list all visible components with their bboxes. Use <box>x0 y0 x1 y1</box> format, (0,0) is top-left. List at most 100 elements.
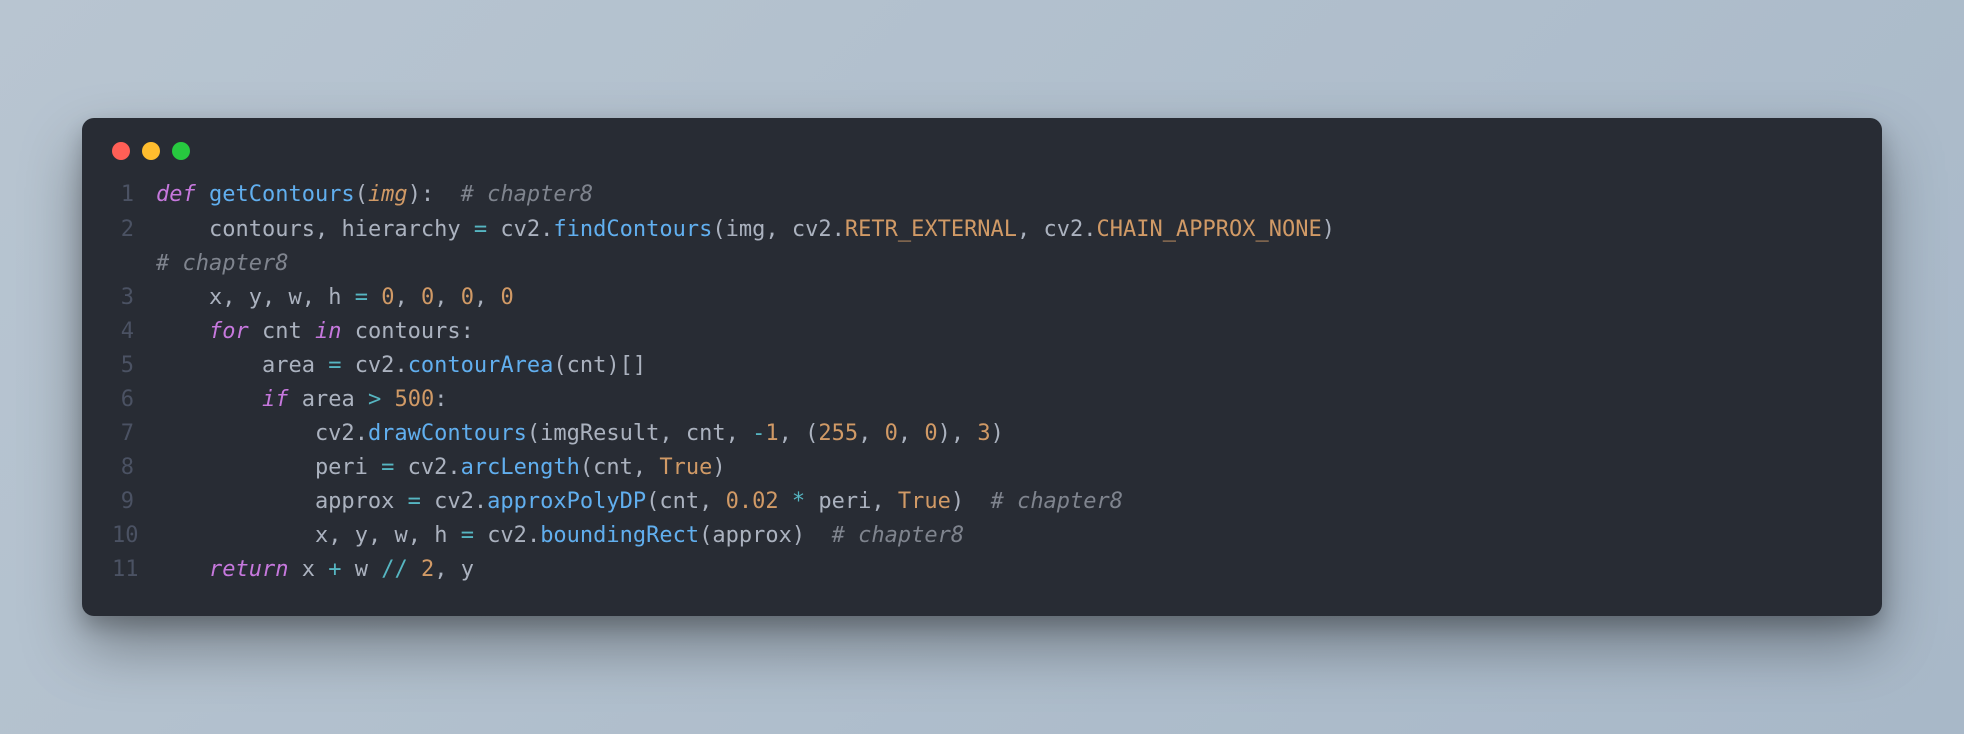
token-pn: . <box>474 489 487 514</box>
token-id: cv2 <box>487 523 527 548</box>
token-op: * <box>792 489 805 514</box>
token-id: cv2 <box>500 217 540 242</box>
token-pn: ( <box>699 523 712 548</box>
token-id: peri <box>805 489 871 514</box>
token-cm: # chapter8 <box>991 489 1123 514</box>
token-pn: . <box>527 523 540 548</box>
token-id: approx <box>156 489 408 514</box>
token-pn: . <box>447 455 460 480</box>
token-nm: 3 <box>977 421 990 446</box>
token-nm: 0 <box>381 285 394 310</box>
window-titlebar <box>82 142 1882 178</box>
token-cm: # chapter8 <box>461 182 593 207</box>
token-pn: , <box>765 217 792 242</box>
token-id: h <box>434 523 461 548</box>
minimize-icon[interactable] <box>142 142 160 160</box>
code-line: 4 for cnt in contours: <box>112 315 1852 349</box>
token-op: = <box>381 455 408 480</box>
token-nm: 0.02 <box>726 489 779 514</box>
token-pn: , <box>726 421 753 446</box>
token-id: x <box>156 285 222 310</box>
code-line: 5 area = cv2.contourArea(cnt)[] <box>112 349 1852 383</box>
token-id: contours <box>355 319 461 344</box>
token-op: = <box>355 285 382 310</box>
token-pn: , <box>699 489 726 514</box>
token-pn: ): <box>408 182 461 207</box>
token-id: cnt <box>262 319 315 344</box>
token-id: y <box>249 285 262 310</box>
token-id: imgResult <box>540 421 659 446</box>
token-nm: 0 <box>924 421 937 446</box>
token-pn: , <box>474 285 501 310</box>
token-fn: contourArea <box>408 353 554 378</box>
token-cm: # chapter8 <box>832 523 964 548</box>
token-id: area <box>302 387 368 412</box>
token-pn: , <box>659 421 686 446</box>
token-op: = <box>461 523 488 548</box>
code-line: 9 approx = cv2.approxPolyDP(cnt, 0.02 * … <box>112 485 1852 519</box>
line-number: 5 <box>112 349 156 383</box>
token-pn: ( <box>355 182 368 207</box>
token-pn: ) <box>792 523 832 548</box>
token-pn: : <box>434 387 447 412</box>
token-pn: , <box>394 285 421 310</box>
line-content: if area > 500: <box>156 383 1852 417</box>
token-cn: CHAIN_APPROX_NONE <box>1097 217 1322 242</box>
token-id: cnt <box>593 455 633 480</box>
token-bl: True <box>898 489 951 514</box>
token-pn: ) <box>712 455 725 480</box>
line-number <box>112 247 156 281</box>
line-content: x, y, w, h = cv2.boundingRect(approx) # … <box>156 519 1852 553</box>
token-pn: ) <box>991 421 1004 446</box>
token-pn: ), <box>938 421 978 446</box>
line-number: 10 <box>112 519 156 553</box>
line-number: 8 <box>112 451 156 485</box>
line-number: 4 <box>112 315 156 349</box>
token-pn: )[] <box>606 353 646 378</box>
token-id: w <box>288 285 301 310</box>
token-pn: , <box>434 285 461 310</box>
line-content: cv2.drawContours(imgResult, cnt, -1, (25… <box>156 417 1852 451</box>
token-id <box>156 557 209 582</box>
token-id: cv2 <box>408 455 448 480</box>
token-op: + <box>328 557 341 582</box>
line-content: contours, hierarchy = cv2.findContours(i… <box>156 213 1852 247</box>
zoom-icon[interactable] <box>172 142 190 160</box>
token-id: peri <box>156 455 381 480</box>
line-number: 1 <box>112 178 156 212</box>
token-fn: boundingRect <box>540 523 699 548</box>
token-pn: , <box>1017 217 1044 242</box>
token-pn: , <box>262 285 289 310</box>
token-kw: in <box>315 319 355 344</box>
token-op: = <box>408 489 435 514</box>
token-id: cv2 <box>434 489 474 514</box>
token-pn: , <box>368 523 395 548</box>
token-id <box>156 387 262 412</box>
line-content: return x + w // 2, y <box>156 553 1852 587</box>
token-pn: ) <box>1322 217 1362 242</box>
token-op: // <box>381 557 408 582</box>
code-block[interactable]: 1def getContours(img): # chapter82 conto… <box>82 178 1882 587</box>
close-icon[interactable] <box>112 142 130 160</box>
token-nm: 2 <box>421 557 434 582</box>
token-pn: , <box>408 523 435 548</box>
token-id <box>156 319 209 344</box>
token-pn: ( <box>553 353 566 378</box>
token-nm: 0 <box>885 421 898 446</box>
token-op: = <box>328 353 355 378</box>
token-pn: ) <box>951 489 991 514</box>
token-pn: . <box>832 217 845 242</box>
token-id: hierarchy <box>341 217 473 242</box>
line-content: x, y, w, h = 0, 0, 0, 0 <box>156 281 1852 315</box>
token-id: cv2 <box>156 421 355 446</box>
line-content: for cnt in contours: <box>156 315 1852 349</box>
token-fn: getContours <box>209 182 355 207</box>
token-op: = <box>474 217 501 242</box>
token-prm: img <box>368 182 408 207</box>
code-line: # chapter8 <box>112 247 1852 281</box>
token-fn: arcLength <box>461 455 580 480</box>
token-pn: , <box>302 285 329 310</box>
token-kw: return <box>209 557 302 582</box>
code-line: 7 cv2.drawContours(imgResult, cnt, -1, (… <box>112 417 1852 451</box>
token-pn: , <box>858 421 885 446</box>
